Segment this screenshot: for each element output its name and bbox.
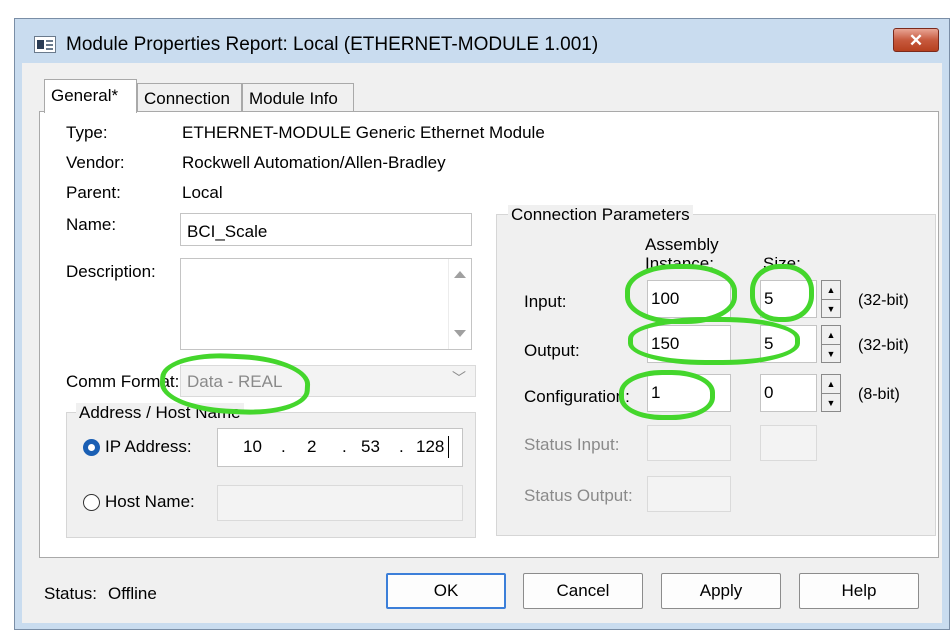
configuration-size-spinner[interactable]: ▲ ▼ bbox=[821, 374, 841, 412]
description-field[interactable] bbox=[180, 258, 472, 350]
status-label: Status: bbox=[44, 584, 97, 603]
assembly-column-header: Assembly bbox=[645, 235, 719, 254]
apply-button[interactable]: Apply bbox=[661, 573, 781, 609]
configuration-size-value: 0 bbox=[764, 383, 774, 402]
connection-parameters-label: Connection Parameters bbox=[508, 205, 693, 225]
output-unit: (32-bit) bbox=[858, 337, 909, 354]
tab-general[interactable]: General* bbox=[44, 79, 137, 113]
annotation-circle bbox=[625, 264, 737, 324]
chevron-down-icon: ﹀ bbox=[452, 370, 466, 386]
annotation-circle bbox=[750, 264, 814, 322]
input-unit: (32-bit) bbox=[858, 292, 909, 309]
parent-label: Parent: bbox=[66, 183, 121, 202]
ip-octet-2: 2 bbox=[307, 437, 317, 456]
ip-dot: . bbox=[281, 437, 286, 456]
scroll-up-icon[interactable] bbox=[454, 271, 466, 278]
cancel-button[interactable]: Cancel bbox=[523, 573, 643, 609]
annotation-circle bbox=[619, 370, 715, 420]
tab-connection[interactable]: Connection bbox=[137, 83, 242, 113]
type-value: ETHERNET-MODULE Generic Ethernet Module bbox=[182, 123, 545, 142]
input-size-spinner[interactable]: ▲ ▼ bbox=[821, 280, 841, 318]
status-input-instance-field[interactable] bbox=[647, 425, 731, 461]
text-cursor bbox=[448, 436, 449, 458]
spin-up-icon[interactable]: ▲ bbox=[822, 326, 840, 345]
annotation-circle bbox=[628, 317, 800, 365]
ip-octet-3: 53 bbox=[361, 437, 380, 456]
description-label: Description: bbox=[66, 262, 156, 281]
description-scrollbar[interactable] bbox=[448, 259, 471, 349]
module-icon bbox=[34, 36, 56, 53]
tab-module-info[interactable]: Module Info bbox=[242, 83, 354, 113]
vendor-value: Rockwell Automation/Allen-Bradley bbox=[182, 153, 446, 172]
ip-octet-4: 128 bbox=[416, 437, 445, 456]
ip-address-radio[interactable] bbox=[83, 439, 100, 456]
type-label: Type: bbox=[66, 123, 108, 142]
ip-address-field[interactable]: 10 . 2 . 53 . 128 bbox=[217, 428, 463, 467]
host-name-radio[interactable] bbox=[83, 494, 100, 511]
ip-dot: . bbox=[342, 437, 347, 456]
output-size-spinner[interactable]: ▲ ▼ bbox=[821, 325, 841, 363]
configuration-unit: (8-bit) bbox=[858, 386, 900, 403]
status-value: Offline bbox=[108, 584, 157, 603]
help-button[interactable]: Help bbox=[799, 573, 919, 609]
ip-dot: . bbox=[399, 437, 404, 456]
window-title: Module Properties Report: Local (ETHERNE… bbox=[66, 34, 599, 55]
name-value: BCI_Scale bbox=[187, 222, 268, 241]
name-field[interactable]: BCI_Scale bbox=[180, 213, 472, 246]
spin-down-icon[interactable]: ▼ bbox=[822, 394, 840, 412]
ip-address-label: IP Address: bbox=[105, 437, 192, 456]
host-name-label: Host Name: bbox=[105, 492, 195, 511]
configuration-label: Configuration: bbox=[524, 387, 630, 406]
spin-up-icon[interactable]: ▲ bbox=[822, 375, 840, 394]
host-name-field[interactable] bbox=[217, 485, 463, 521]
parent-value: Local bbox=[182, 183, 223, 202]
output-label: Output: bbox=[524, 341, 580, 360]
spin-up-icon[interactable]: ▲ bbox=[822, 281, 840, 300]
status-input-size-field[interactable] bbox=[760, 425, 817, 461]
spin-down-icon[interactable]: ▼ bbox=[822, 345, 840, 363]
close-icon[interactable]: ✕ bbox=[893, 28, 939, 52]
configuration-size-field[interactable]: 0 bbox=[760, 374, 817, 412]
status-output-instance-field[interactable] bbox=[647, 476, 731, 512]
spin-down-icon[interactable]: ▼ bbox=[822, 300, 840, 318]
name-label: Name: bbox=[66, 215, 117, 234]
ok-button[interactable]: OK bbox=[386, 573, 506, 609]
input-label: Input: bbox=[524, 292, 567, 311]
status-output-label: Status Output: bbox=[524, 486, 633, 505]
vendor-label: Vendor: bbox=[66, 153, 125, 172]
scroll-down-icon[interactable] bbox=[454, 330, 466, 337]
status-input-label: Status Input: bbox=[524, 435, 620, 454]
ip-octet-1: 10 bbox=[243, 437, 262, 456]
